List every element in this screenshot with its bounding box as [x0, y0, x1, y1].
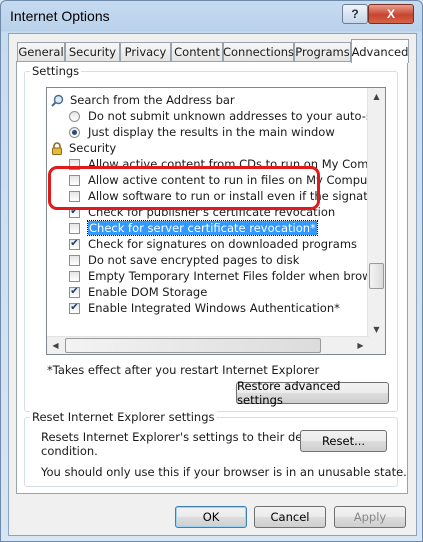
checkbox-option[interactable]: ✔ Check for signatures on downloaded prog…	[69, 236, 357, 252]
tab-security[interactable]: Security	[65, 42, 120, 61]
option-label: Enable Integrated Windows Authentication…	[88, 301, 340, 315]
option-label: Check for server certificate revocation*	[87, 220, 318, 236]
radio-option[interactable]: Do not submit unknown addresses to your …	[69, 108, 385, 124]
radio-button[interactable]	[69, 110, 80, 122]
button-label: OK	[202, 510, 220, 524]
scroll-right-button[interactable]: ▶	[352, 337, 369, 354]
checkbox-unchecked[interactable]	[69, 190, 80, 202]
tab-label: Advanced	[351, 44, 409, 59]
option-label: Allow software to run or install even if…	[88, 189, 386, 203]
close-button[interactable]: X	[368, 4, 414, 24]
window-title: Internet Options	[10, 8, 110, 24]
button-label: Restore advanced settings	[237, 379, 341, 407]
settings-list[interactable]: Search from the Address bar Do not submit…	[46, 87, 386, 355]
option-label: Empty Temporary Internet Files folder wh…	[88, 269, 386, 283]
scroll-left-button[interactable]: ◀	[47, 337, 64, 354]
checkbox-checked[interactable]: ✔	[69, 206, 80, 218]
close-icon: X	[386, 7, 395, 21]
help-button[interactable]: ?	[342, 4, 368, 24]
checkbox-unchecked[interactable]	[69, 174, 80, 186]
vertical-scrollbar[interactable]: ▲ ▼	[367, 88, 385, 338]
horizontal-scrollbar-thumb[interactable]	[65, 338, 321, 353]
option-label: Check for publisher's certificate revoca…	[88, 205, 336, 219]
scrollbar-corner	[368, 337, 385, 354]
reset-button[interactable]: Reset...	[300, 430, 387, 452]
option-label: Check for signatures on downloaded progr…	[88, 237, 358, 251]
tab-content[interactable]: Content	[171, 42, 223, 61]
tab-general[interactable]: General	[17, 42, 65, 61]
scroll-down-button[interactable]: ▼	[368, 321, 385, 338]
title-bar[interactable]: Internet Options ? X	[1, 1, 422, 33]
option-label: Do not submit unknown addresses to your …	[88, 109, 385, 123]
settings-group-label: Settings	[30, 64, 82, 78]
option-label: Just display the results in the main win…	[88, 125, 335, 139]
checkbox-option[interactable]: ✔ Check for publisher's certificate revoc…	[69, 204, 335, 220]
option-label: Enable DOM Storage	[88, 285, 208, 299]
checkbox-option[interactable]: Do not save encrypted pages to disk	[69, 252, 299, 268]
option-label: Allow active content to run in files on …	[88, 173, 386, 187]
checkbox-unchecked[interactable]	[69, 254, 80, 266]
checkbox-option[interactable]: Allow active content to run in files on …	[69, 172, 386, 188]
apply-button[interactable]: Apply	[334, 506, 406, 528]
checkbox-option[interactable]: Check for server certificate revocation*	[69, 220, 318, 236]
tab-privacy[interactable]: Privacy	[120, 42, 171, 61]
settings-category: Search from the Address bar	[51, 92, 235, 108]
tab-label: Security	[68, 45, 117, 59]
restart-footnote: *Takes effect after you restart Internet…	[47, 363, 320, 377]
option-label: Search from the Address bar	[70, 93, 235, 107]
option-label: Security	[69, 141, 117, 155]
tab-programs[interactable]: Programs	[294, 42, 351, 61]
tab-label: Privacy	[124, 45, 167, 59]
radio-option[interactable]: Just display the results in the main win…	[69, 124, 335, 140]
cancel-button[interactable]: Cancel	[254, 506, 326, 528]
advanced-tab-panel: Settings Search from the Address bar Do n…	[16, 61, 408, 494]
checkbox-checked[interactable]: ✔	[69, 286, 80, 298]
checkbox-unchecked[interactable]	[69, 158, 80, 170]
reset-description-line-2: condition.	[41, 444, 98, 458]
tab-label: Content	[174, 45, 220, 59]
horizontal-scrollbar[interactable]: ◀ ▶	[47, 336, 369, 354]
checkbox-unchecked[interactable]	[69, 222, 80, 234]
checkbox-unchecked[interactable]	[69, 270, 80, 282]
radio-dot	[72, 129, 77, 135]
checkbox-option[interactable]: ✔ Enable Integrated Windows Authenticatio…	[69, 300, 340, 316]
ok-button[interactable]: OK	[175, 506, 247, 528]
scroll-up-button[interactable]: ▲	[368, 88, 385, 105]
tab-label: Connections	[222, 45, 295, 59]
button-label: Cancel	[270, 510, 310, 524]
checkbox-option[interactable]: ✔ Enable DOM Storage	[69, 284, 207, 300]
checkbox-checked[interactable]: ✔	[69, 302, 80, 314]
restore-advanced-settings-button[interactable]: Restore advanced settings	[236, 379, 389, 407]
search-icon	[51, 94, 64, 107]
checkbox-option[interactable]: Empty Temporary Internet Files folder wh…	[69, 268, 386, 284]
tab-label: Programs	[295, 45, 350, 59]
help-icon: ?	[351, 7, 359, 21]
reset-group-label: Reset Internet Explorer settings	[30, 410, 217, 424]
tab-connections[interactable]: Connections	[223, 42, 294, 61]
tab-label: General	[18, 45, 64, 59]
tab-advanced[interactable]: Advanced	[351, 39, 409, 63]
scrollbar-thumb[interactable]	[369, 263, 384, 289]
internet-options-window: Internet Options ? X General Security Pr…	[0, 0, 423, 542]
checkbox-option[interactable]: Allow software to run or install even if…	[69, 188, 386, 204]
settings-category: Security	[51, 140, 116, 156]
reset-warning: You should only use this if your browser…	[41, 465, 407, 479]
option-label: Allow active content from CDs to run on …	[88, 157, 386, 171]
button-label: Reset...	[321, 434, 366, 448]
dialog-body: General Security Privacy Content Connect…	[8, 33, 417, 536]
checkbox-option[interactable]: Allow active content from CDs to run on …	[69, 156, 386, 172]
checkbox-checked[interactable]: ✔	[69, 238, 80, 250]
button-label: Apply	[353, 510, 387, 524]
lock-icon	[51, 141, 63, 155]
option-label: Do not save encrypted pages to disk	[88, 253, 300, 267]
reset-description-line-1: Resets Internet Explorer's settings to t…	[41, 430, 329, 444]
radio-button[interactable]	[69, 126, 80, 138]
